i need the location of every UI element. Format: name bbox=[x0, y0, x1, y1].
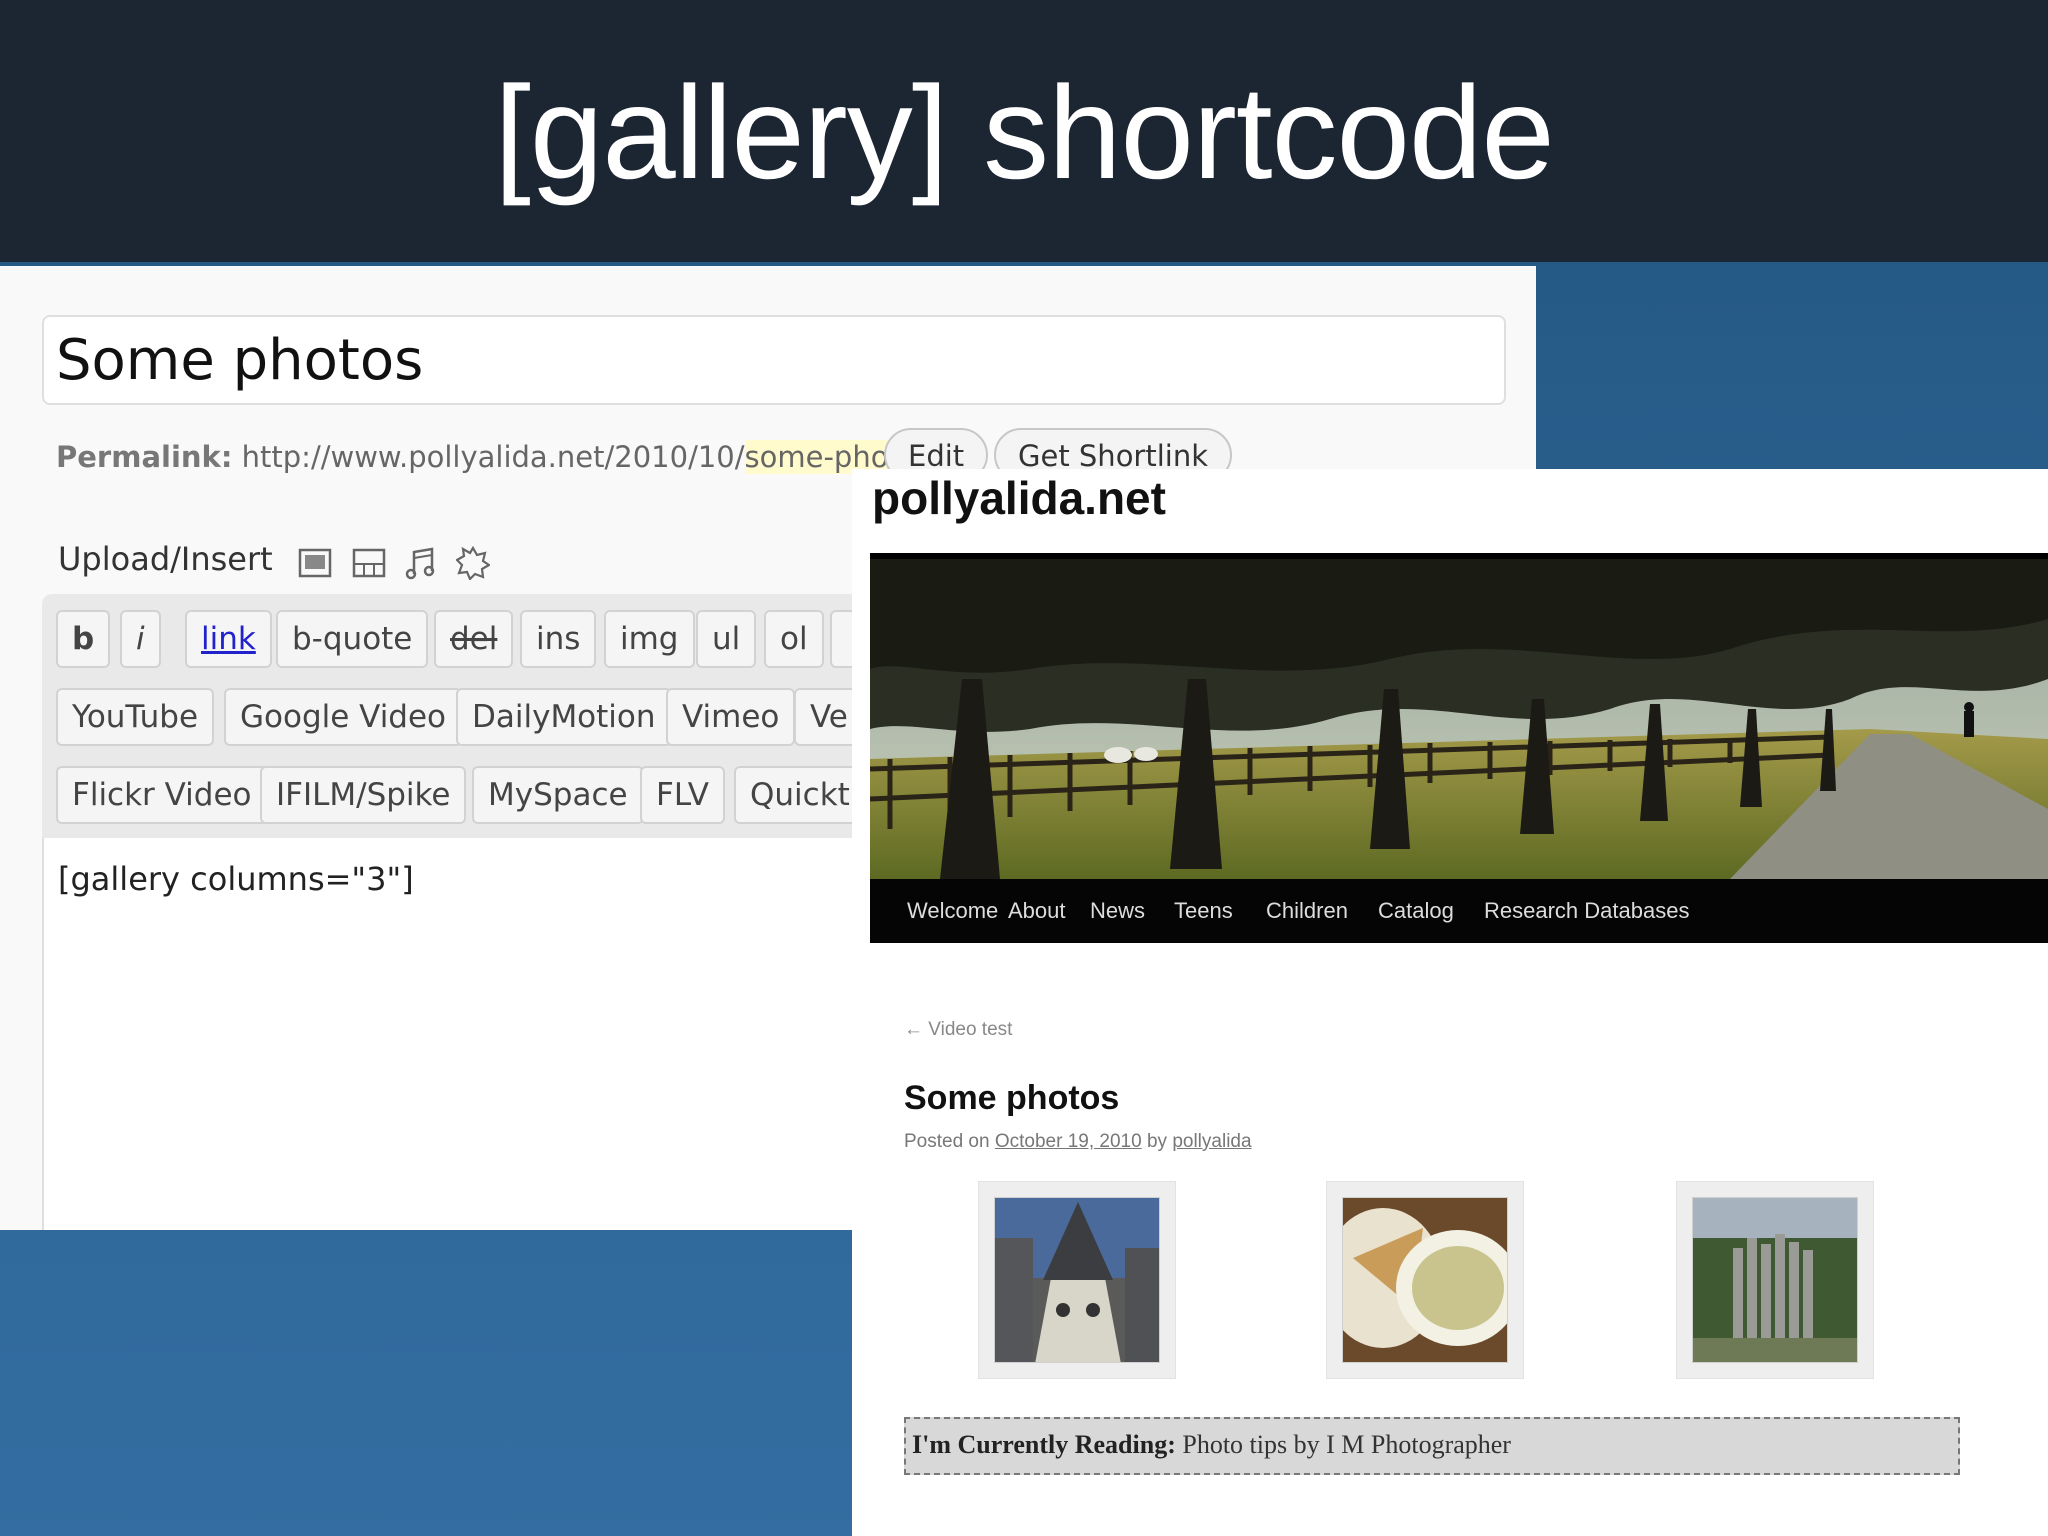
post-title-input[interactable]: Some photos bbox=[42, 315, 1506, 405]
upload-insert-label: Upload/Insert bbox=[58, 540, 273, 578]
main-navigation: Welcome About News Teens Children Catalo… bbox=[870, 879, 2048, 943]
gallery-item-castle[interactable] bbox=[978, 1181, 1176, 1379]
author-link[interactable]: pollyalida bbox=[1172, 1131, 1251, 1152]
media-icon[interactable] bbox=[456, 546, 490, 580]
by-label: by bbox=[1146, 1131, 1168, 1152]
flickr-video-button[interactable]: Flickr Video bbox=[56, 766, 268, 824]
audio-icon[interactable] bbox=[404, 546, 438, 580]
nav-item-welcome[interactable]: Welcome bbox=[907, 879, 998, 943]
post-date-link[interactable]: October 19, 2010 bbox=[995, 1131, 1142, 1152]
video-icon[interactable] bbox=[352, 546, 386, 580]
youtube-button[interactable]: YouTube bbox=[56, 688, 215, 746]
reading-label: I'm Currently Reading: bbox=[912, 1430, 1176, 1459]
nav-item-news[interactable]: News bbox=[1090, 879, 1145, 943]
permalink: Permalink: http://www.pollyalida.net/201… bbox=[56, 434, 942, 480]
del-button[interactable]: del bbox=[434, 610, 514, 668]
food-photo bbox=[1342, 1197, 1508, 1363]
castle-photo bbox=[994, 1197, 1160, 1363]
bold-button[interactable]: b bbox=[56, 610, 111, 668]
posted-on-label: Posted on bbox=[904, 1131, 990, 1152]
ul-button[interactable]: ul bbox=[696, 610, 757, 668]
b-quote-button[interactable]: b-quote bbox=[276, 610, 429, 668]
editor-text: [gallery columns="3"] bbox=[58, 860, 414, 898]
italic-button[interactable]: i bbox=[120, 610, 161, 668]
nav-item-children[interactable]: Children bbox=[1266, 879, 1348, 943]
previous-post-link[interactable]: ← Video test bbox=[904, 1019, 1012, 1041]
permalink-base: http://www.pollyalida.net/2010/10/ bbox=[241, 440, 745, 474]
slide-title: [gallery] shortcode bbox=[494, 59, 1555, 206]
post-title[interactable]: Some photos bbox=[904, 1079, 1119, 1118]
blog-page: pollyalida.net Welcome About News Teens … bbox=[852, 469, 2048, 1536]
nav-item-teens[interactable]: Teens bbox=[1174, 879, 1233, 943]
nav-item-about[interactable]: About bbox=[1008, 879, 1066, 943]
gallery-item-sculpture[interactable] bbox=[1676, 1181, 1874, 1379]
flv-button[interactable]: FLV bbox=[640, 766, 725, 824]
sculpture-photo bbox=[1692, 1197, 1858, 1363]
header-banner-image bbox=[870, 553, 2048, 879]
nav-item-research-databases[interactable]: Research Databases bbox=[1484, 879, 1689, 943]
ifilm-spike-button[interactable]: IFILM/Spike bbox=[260, 766, 467, 824]
myspace-button[interactable]: MySpace bbox=[472, 766, 644, 824]
slide-header: [gallery] shortcode bbox=[0, 0, 2048, 262]
image-icon[interactable] bbox=[298, 546, 332, 580]
currently-reading-box: I'm Currently Reading: Photo tips by I M… bbox=[904, 1417, 1960, 1475]
google-video-button[interactable]: Google Video bbox=[224, 688, 463, 746]
ol-button[interactable]: ol bbox=[764, 610, 824, 668]
vimeo-button[interactable]: Vimeo bbox=[666, 688, 796, 746]
ins-button[interactable]: ins bbox=[520, 610, 597, 668]
img-button[interactable]: img bbox=[604, 610, 695, 668]
dailymotion-button[interactable]: DailyMotion bbox=[456, 688, 672, 746]
post-meta: Posted on October 19, 2010 by pollyalida bbox=[904, 1131, 1252, 1153]
gallery-item-food[interactable] bbox=[1326, 1181, 1524, 1379]
nav-item-catalog[interactable]: Catalog bbox=[1378, 879, 1454, 943]
permalink-label: Permalink: bbox=[56, 440, 233, 474]
link-button[interactable]: link bbox=[185, 610, 272, 668]
site-name[interactable]: pollyalida.net bbox=[872, 469, 1166, 527]
reading-text: Photo tips by I M Photographer bbox=[1182, 1430, 1511, 1459]
